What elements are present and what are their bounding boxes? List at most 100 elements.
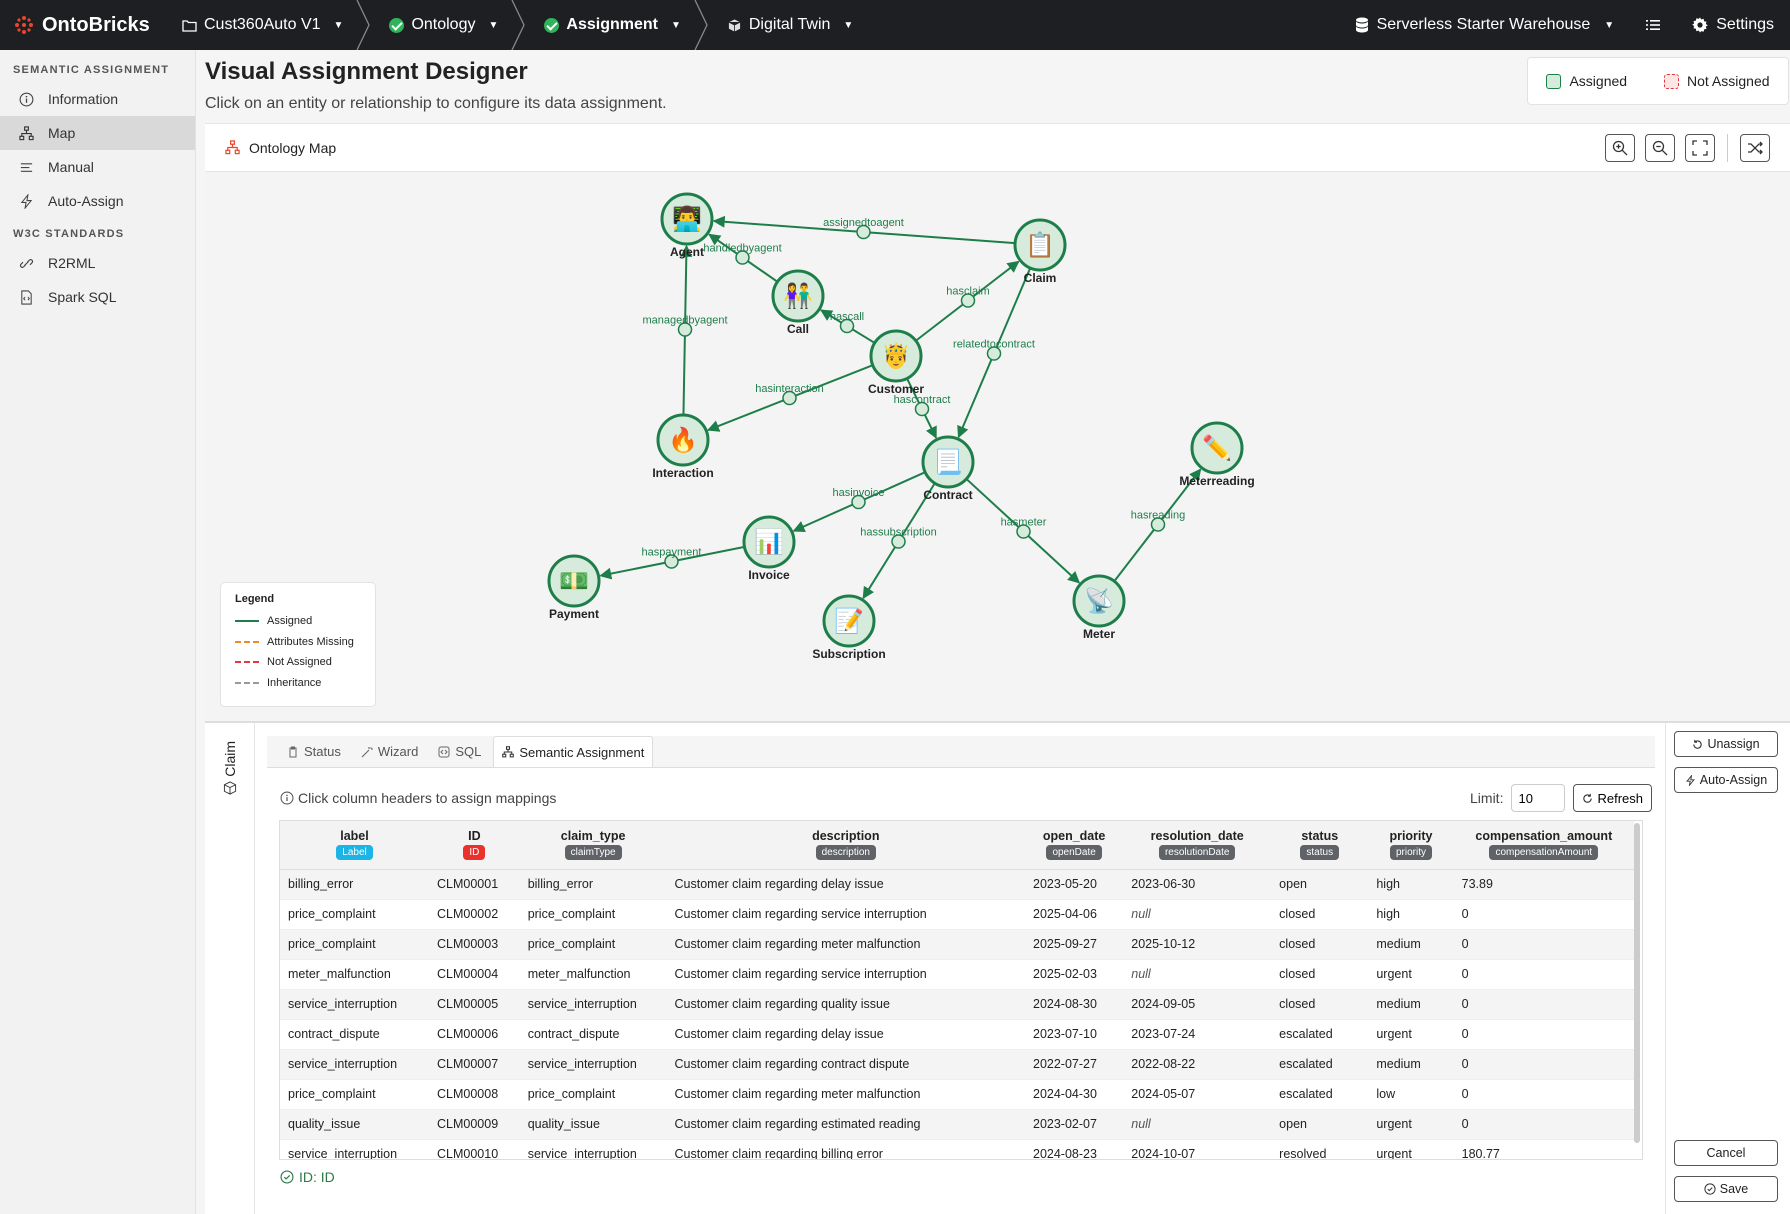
table-scrollbar[interactable]	[1634, 823, 1640, 1143]
graph-node-contract[interactable]: 📃 Contract	[921, 435, 975, 502]
edge-label: hasreading	[1131, 510, 1185, 522]
limit-input[interactable]	[1511, 784, 1566, 812]
map-title: Ontology Map	[249, 139, 337, 156]
subscription-node-icon: 📝	[834, 607, 864, 635]
tab-semantic-assignment[interactable]: Semantic Assignment	[493, 736, 654, 767]
unassign-button[interactable]: Unassign	[1674, 731, 1778, 757]
shuffle-icon	[1748, 141, 1763, 154]
graph-node-call[interactable]: 👫 Call	[771, 269, 825, 336]
table-cell: 2025-04-06	[1025, 899, 1124, 930]
brand[interactable]: OntoBricks	[0, 14, 162, 37]
warehouse-selector[interactable]: Serverless Starter Warehouse ▼	[1339, 16, 1631, 34]
graph-node-customer[interactable]: 🤴 Customer	[868, 329, 924, 396]
check-circle-icon	[280, 1170, 294, 1184]
auto-assign-button[interactable]: Auto-Assign	[1674, 767, 1778, 793]
ontobricks-logo-icon	[15, 16, 33, 34]
crumb-ontology[interactable]: Ontology ▼	[369, 0, 526, 50]
entity-vertical-tab: Claim	[205, 723, 255, 1214]
settings-button[interactable]: Settings	[1676, 16, 1790, 34]
tab-status[interactable]: Status	[279, 736, 349, 767]
table-cell: urgent	[1368, 1019, 1454, 1050]
graph-edges: assignedtoagent handledbyagent managedbyag…	[599, 215, 1202, 600]
list-menu-button[interactable]	[1630, 19, 1676, 31]
graph-edge-handledbyagent[interactable]: handledbyagent	[703, 233, 782, 283]
graph-node-interaction[interactable]: 🔥 Interaction	[652, 413, 714, 480]
chevron-down-icon: ▼	[1604, 19, 1615, 31]
status-legend-assigned-label: Assigned	[1569, 73, 1628, 89]
column-header-priority[interactable]: priority priority	[1368, 821, 1454, 870]
sidebar-item-information[interactable]: Information	[0, 82, 195, 116]
table-cell: CLM00002	[429, 899, 520, 930]
zoom-in-button[interactable]	[1605, 133, 1635, 162]
list-icon	[1646, 20, 1661, 30]
shuffle-layout-button[interactable]	[1740, 133, 1770, 162]
fit-view-button[interactable]	[1685, 133, 1715, 162]
graph-edge-hascall[interactable]: hascall	[820, 309, 876, 344]
graph-node-claim[interactable]: 📋 Claim	[1013, 218, 1067, 285]
graph-edge-managedbyagent[interactable]: managedbyagent	[642, 244, 728, 416]
crumb-project[interactable]: Cust360Auto V1 ▼	[162, 0, 371, 50]
settings-label: Settings	[1716, 16, 1774, 33]
graph-node-meter[interactable]: 📡 Meter	[1072, 574, 1126, 641]
graph-edge-assignedtoagent[interactable]: assignedtoagent	[712, 215, 1016, 245]
unassign-label: Unassign	[1707, 737, 1760, 751]
column-header-compensation-amount[interactable]: compensation_amount compensationAmount	[1453, 821, 1634, 870]
crumb-assignment[interactable]: Assignment ▼	[524, 0, 708, 50]
column-header-open-date[interactable]: open_date openDate	[1025, 821, 1124, 870]
status-legend-not-assigned-label: Not Assigned	[1687, 73, 1770, 89]
sidebar-item-spark-sql[interactable]: Spark SQL	[0, 280, 195, 314]
agent-node-icon: 👨‍💻	[672, 205, 702, 233]
payment-node-icon: 💵	[559, 568, 589, 595]
graph-edge-hasmeter[interactable]: hasmeter	[965, 478, 1081, 584]
graph-edge-haspayment[interactable]: haspayment	[599, 545, 745, 580]
legend-item: Attributes Missing	[235, 632, 361, 653]
node-label: Claim	[1024, 271, 1057, 285]
undo-icon	[1693, 739, 1703, 749]
table-cell: medium	[1368, 989, 1454, 1020]
graph-node-payment[interactable]: 💵 Payment	[547, 554, 601, 621]
column-header-claim-type[interactable]: claim_type claimType	[519, 821, 667, 870]
column-header-description[interactable]: description description	[666, 821, 1025, 870]
graph-edge-hasinteraction[interactable]: hasinteraction	[707, 364, 874, 432]
table-row: quality_issue CLM00009 quality_issue Custom…	[280, 1109, 1634, 1140]
zoom-out-button[interactable]	[1645, 133, 1675, 162]
legend-item-label: Inheritance	[267, 676, 322, 689]
save-button[interactable]: Save	[1674, 1176, 1778, 1202]
table-cell: 0	[1453, 1049, 1634, 1080]
invoice-node-icon: 📊	[754, 528, 784, 556]
cancel-button[interactable]: Cancel	[1674, 1140, 1778, 1166]
refresh-icon	[1583, 793, 1593, 803]
table-cell: 0	[1453, 959, 1634, 990]
graph-node-meterreading[interactable]: ✏️ Meterreading	[1179, 421, 1255, 488]
sidebar-item-manual[interactable]: Manual	[0, 150, 195, 184]
assignment-panel: Claim Status Wizard SQL Semantic Assignm…	[205, 721, 1790, 1214]
tab-wizard[interactable]: Wizard	[353, 736, 426, 767]
tab-semantic-assignment-label: Semantic Assignment	[519, 744, 645, 760]
ontology-graph[interactable]: assignedtoagent handledbyagent managedbyag…	[205, 172, 1790, 722]
tab-sql[interactable]: SQL	[430, 736, 489, 767]
sidebar-item-label: Auto-Assign	[48, 193, 124, 209]
table-cell: CLM00005	[429, 989, 520, 1020]
graph-node-invoice[interactable]: 📊 Invoice	[742, 515, 796, 582]
table-cell: contract_dispute	[280, 1019, 429, 1050]
table-row: price_complaint CLM00003 price_complaint Cu…	[280, 929, 1634, 960]
column-name: priority	[1389, 829, 1433, 843]
table-cell: price_complaint	[280, 929, 429, 960]
column-header-status[interactable]: status status	[1271, 821, 1369, 870]
sidebar-item-r2rml[interactable]: R2RML	[0, 246, 195, 280]
column-header-resolution-date[interactable]: resolution_date resolutionDate	[1123, 821, 1272, 870]
ontology-map-panel: Ontology Map assignedtoagent handledbyage…	[205, 123, 1790, 721]
cube-outline-icon	[223, 781, 237, 795]
graph-edge-hasinvoice[interactable]: hasinvoice	[792, 471, 926, 533]
table-cell: Customer claim regarding delay issue	[666, 1019, 1025, 1050]
column-header-id[interactable]: ID ID	[429, 821, 520, 870]
crumb-digital-twin[interactable]: Digital Twin ▼	[707, 0, 879, 50]
graph-node-subscription[interactable]: 📝 Subscription	[812, 594, 886, 661]
graph-edge-hasclaim[interactable]: hasclaim	[915, 260, 1020, 342]
column-header-label[interactable]: label Label	[280, 821, 429, 870]
table-cell: 2024-05-07	[1123, 1079, 1272, 1110]
sidebar-item-label: Spark SQL	[48, 289, 117, 305]
refresh-button[interactable]: Refresh	[1573, 784, 1652, 812]
sidebar-item-map[interactable]: Map	[0, 116, 195, 150]
sidebar-item-auto-assign[interactable]: Auto-Assign	[0, 184, 195, 218]
